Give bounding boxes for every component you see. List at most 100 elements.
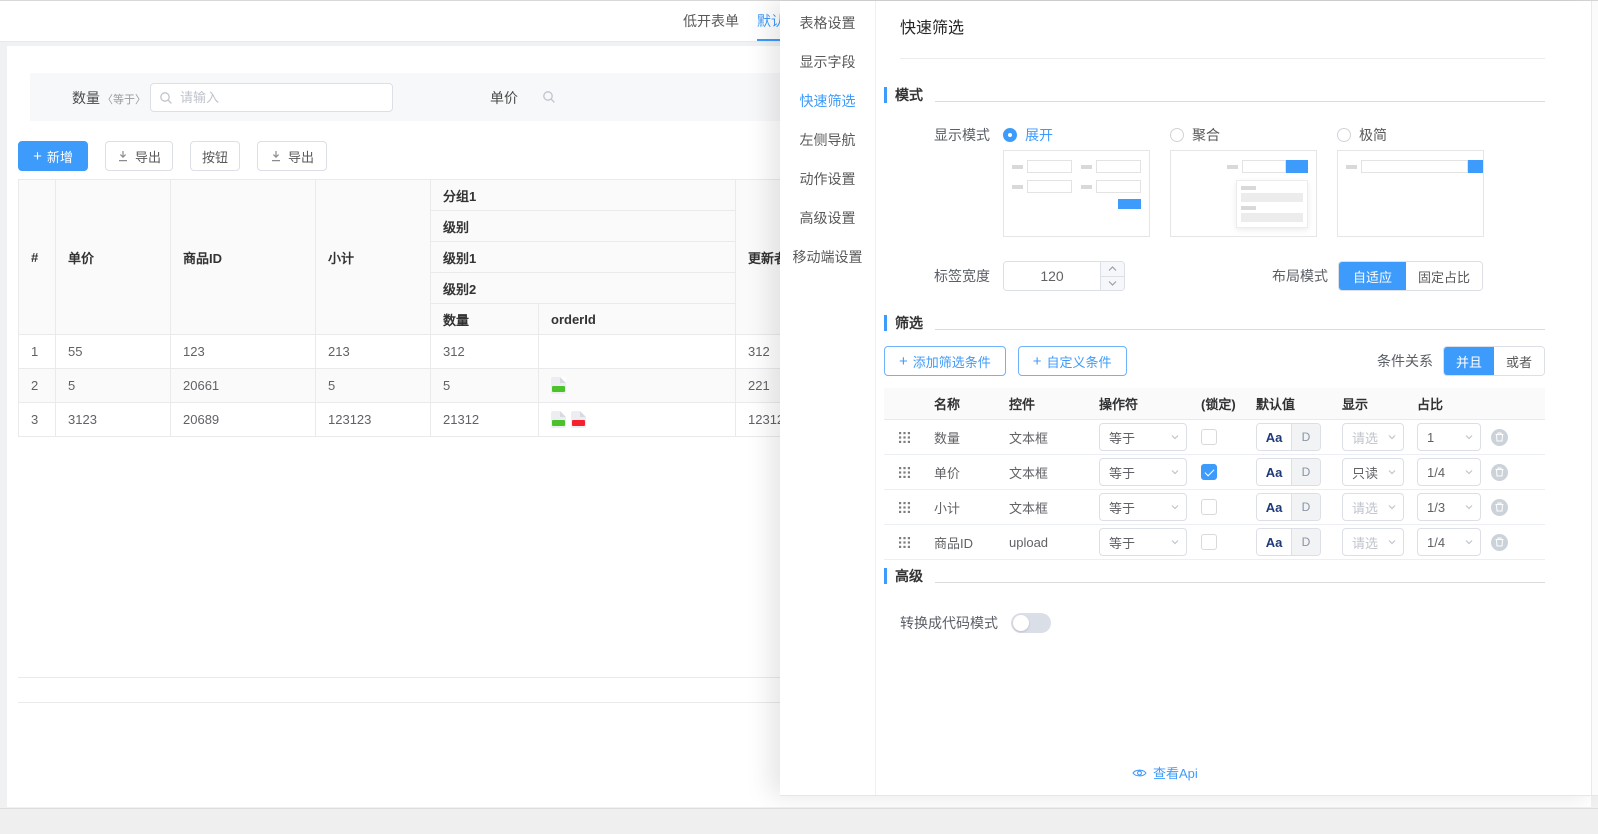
drag-handle-icon[interactable] bbox=[899, 502, 910, 513]
drawer-scrollbar[interactable] bbox=[1591, 1, 1598, 795]
settings-drawer: 表格设置 显示字段 快速筛选 左侧导航 动作设置 高级设置 移动端设置 快速筛选… bbox=[780, 1, 1598, 796]
label-width-input[interactable] bbox=[1004, 262, 1100, 290]
menu-item-action-settings[interactable]: 动作设置 bbox=[780, 159, 875, 198]
section-header-filter: 筛选 bbox=[884, 314, 1598, 332]
cell-price: 55 bbox=[56, 335, 171, 369]
file-icon-green[interactable] bbox=[551, 411, 566, 428]
add-custom-condition-button[interactable]: +自定义条件 bbox=[1018, 346, 1127, 376]
plus-icon: + bbox=[899, 353, 908, 370]
operator-select[interactable]: 等于 bbox=[1099, 493, 1187, 521]
drag-handle-icon[interactable] bbox=[899, 467, 910, 478]
drag-handle-icon[interactable] bbox=[899, 537, 910, 548]
locked-checkbox[interactable] bbox=[1201, 534, 1217, 550]
layout-adaptive-button[interactable]: 自适应 bbox=[1339, 262, 1406, 290]
menu-item-quick-filter[interactable]: 快速筛选 bbox=[780, 81, 875, 120]
col-control: 控件 bbox=[1005, 394, 1095, 413]
default-dynamic-toggle[interactable]: D bbox=[1291, 494, 1320, 520]
cell-order-files bbox=[539, 335, 736, 369]
search-icon bbox=[159, 91, 173, 105]
ratio-select[interactable]: 1/3 bbox=[1417, 493, 1481, 521]
default-dynamic-toggle[interactable]: D bbox=[1291, 459, 1320, 485]
ratio-select[interactable]: 1/4 bbox=[1417, 528, 1481, 556]
export-button-2[interactable]: 导出 bbox=[257, 141, 327, 171]
export-button-1[interactable]: 导出 bbox=[105, 141, 173, 171]
preview-aggregate-mode bbox=[1170, 150, 1317, 237]
section-divider-line bbox=[935, 101, 1545, 102]
relation-or-button[interactable]: 或者 bbox=[1494, 347, 1544, 375]
col-name: 名称 bbox=[930, 394, 1005, 413]
default-value-group: AaD bbox=[1256, 493, 1321, 521]
cell-index: 1 bbox=[19, 335, 56, 369]
default-dynamic-toggle[interactable]: D bbox=[1291, 424, 1320, 450]
default-text-toggle[interactable]: Aa bbox=[1257, 529, 1291, 555]
section-divider-line bbox=[935, 329, 1545, 330]
section-header-mode: 模式 bbox=[884, 86, 1598, 104]
cell-product-id: 123 bbox=[171, 335, 316, 369]
cell-subtotal: 5 bbox=[316, 369, 431, 403]
filter-row-price: 单价 文本框 等于 AaD 只读 1/4 bbox=[884, 455, 1545, 490]
radio-icon bbox=[1003, 128, 1017, 142]
locked-checkbox[interactable] bbox=[1201, 429, 1217, 445]
display-select[interactable]: 请选 bbox=[1342, 423, 1404, 451]
default-value-group: AaD bbox=[1256, 528, 1321, 556]
default-text-toggle[interactable]: Aa bbox=[1257, 494, 1291, 520]
ratio-select[interactable]: 1 bbox=[1417, 423, 1481, 451]
stepper-arrows bbox=[1100, 262, 1124, 290]
qty-filter-input[interactable] bbox=[180, 90, 384, 105]
stepper-down-button[interactable] bbox=[1101, 277, 1124, 291]
cell-order-files bbox=[539, 403, 736, 437]
operator-select[interactable]: 等于 bbox=[1099, 423, 1187, 451]
col-header-level2: 级别2 bbox=[431, 273, 736, 304]
radio-expand-mode[interactable]: 展开 bbox=[1003, 125, 1170, 145]
locked-checkbox[interactable] bbox=[1201, 464, 1217, 480]
delete-row-button[interactable] bbox=[1491, 534, 1508, 551]
file-icon-red[interactable] bbox=[571, 411, 586, 428]
field-control: 文本框 bbox=[1005, 428, 1095, 447]
radio-minimal-mode[interactable]: 极简 bbox=[1337, 125, 1504, 145]
layout-fixed-ratio-button[interactable]: 固定占比 bbox=[1406, 262, 1482, 290]
drag-handle-icon[interactable] bbox=[899, 432, 910, 443]
tab-lowcode-form[interactable]: 低开表单 bbox=[683, 2, 739, 41]
add-filter-condition-button[interactable]: +添加筛选条件 bbox=[884, 346, 1006, 376]
file-icon-green[interactable] bbox=[551, 377, 566, 394]
radio-aggregate-mode[interactable]: 聚合 bbox=[1170, 125, 1337, 145]
display-select[interactable]: 只读 bbox=[1342, 458, 1404, 486]
locked-checkbox[interactable] bbox=[1201, 499, 1217, 515]
delete-row-button[interactable] bbox=[1491, 464, 1508, 481]
default-value-group: AaD bbox=[1256, 458, 1321, 486]
delete-row-button[interactable] bbox=[1491, 429, 1508, 446]
menu-item-mobile-settings[interactable]: 移动端设置 bbox=[780, 237, 875, 276]
cell-price: 5 bbox=[56, 369, 171, 403]
code-mode-toggle[interactable] bbox=[1011, 613, 1051, 633]
menu-item-table-settings[interactable]: 表格设置 bbox=[780, 3, 875, 42]
title-divider bbox=[900, 58, 1545, 59]
menu-item-left-nav[interactable]: 左侧导航 bbox=[780, 120, 875, 159]
default-text-toggle[interactable]: Aa bbox=[1257, 459, 1291, 485]
section-accent-bar bbox=[884, 87, 887, 103]
col-operator: 操作符 bbox=[1095, 394, 1197, 413]
delete-row-button[interactable] bbox=[1491, 499, 1508, 516]
menu-item-advanced-settings[interactable]: 高级设置 bbox=[780, 198, 875, 237]
display-select[interactable]: 请选 bbox=[1342, 493, 1404, 521]
menu-item-display-fields[interactable]: 显示字段 bbox=[780, 42, 875, 81]
add-button[interactable]: +新增 bbox=[18, 141, 88, 171]
filter-row-subtotal: 小计 文本框 等于 AaD 请选 1/3 bbox=[884, 490, 1545, 525]
custom-button[interactable]: 按钮 bbox=[190, 141, 240, 171]
preview-minimal-mode bbox=[1337, 150, 1484, 237]
chevron-down-icon bbox=[1387, 535, 1397, 550]
chevron-down-icon bbox=[1170, 430, 1180, 445]
filter-row-qty: 数量 文本框 等于 AaD 请选 1 bbox=[884, 420, 1545, 455]
operator-select[interactable]: 等于 bbox=[1099, 458, 1187, 486]
filter-condition-table: 名称 控件 操作符 (锁定) 默认值 显示 占比 数量 文本框 等于 AaD bbox=[884, 388, 1545, 560]
ratio-select[interactable]: 1/4 bbox=[1417, 458, 1481, 486]
default-dynamic-toggle[interactable]: D bbox=[1291, 529, 1320, 555]
chevron-down-icon bbox=[1170, 500, 1180, 515]
operator-select[interactable]: 等于 bbox=[1099, 528, 1187, 556]
stepper-up-button[interactable] bbox=[1101, 262, 1124, 277]
display-select[interactable]: 请选 bbox=[1342, 528, 1404, 556]
view-api-link[interactable]: 查看Api bbox=[1132, 763, 1198, 782]
relation-and-button[interactable]: 并且 bbox=[1444, 347, 1494, 375]
display-mode-row: 显示模式 展开 聚合 极简 bbox=[884, 125, 1598, 145]
cell-order-files bbox=[539, 369, 736, 403]
default-text-toggle[interactable]: Aa bbox=[1257, 424, 1291, 450]
